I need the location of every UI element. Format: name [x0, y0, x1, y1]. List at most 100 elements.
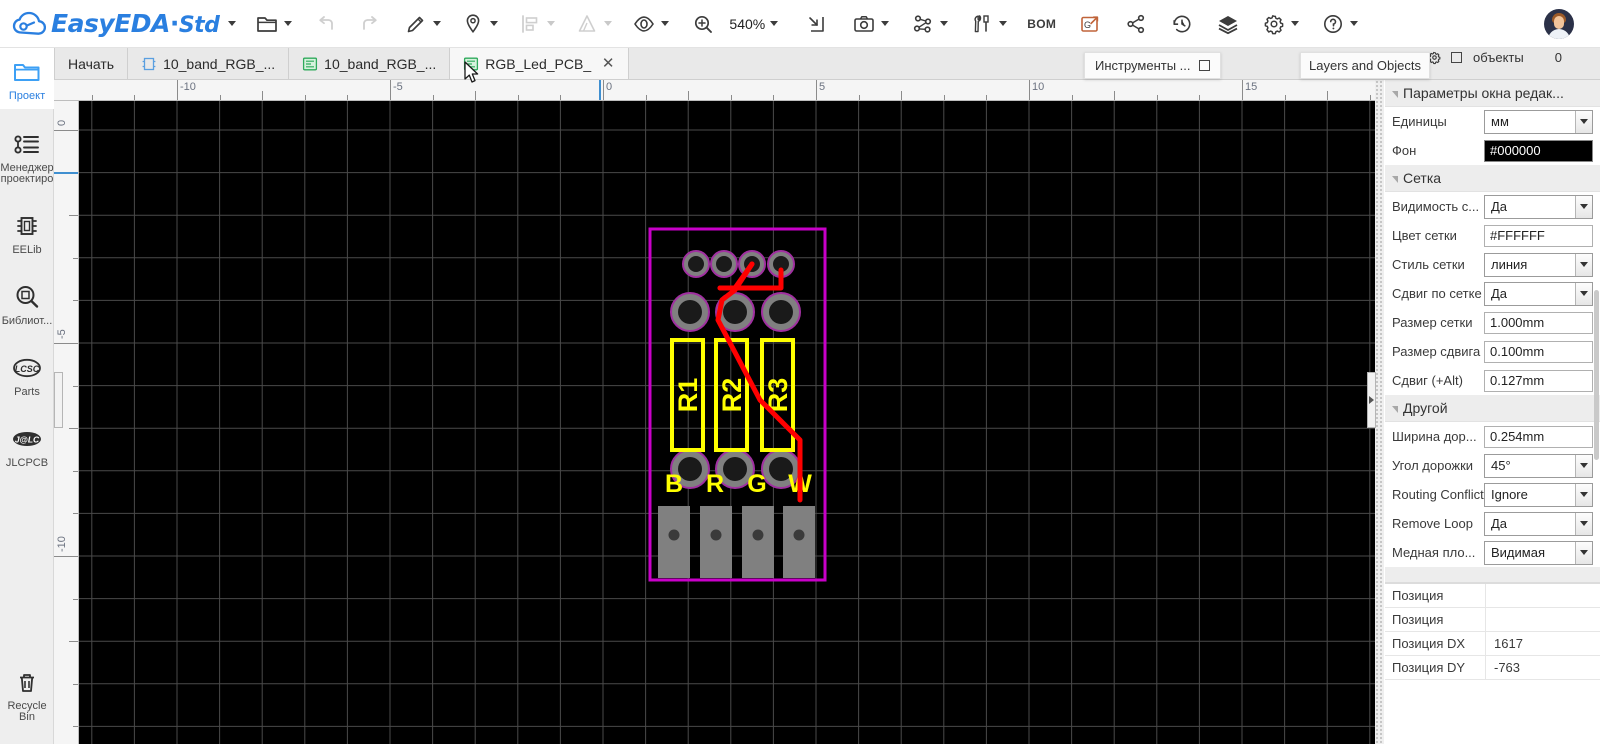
grid-style-chevron-down-icon[interactable]	[1575, 253, 1592, 276]
track-width-input[interactable]: 0.254mm	[1484, 425, 1593, 448]
ruler-top[interactable]: -20-15-10-505101520253035	[54, 80, 1375, 101]
screenshot-chevron-down-icon[interactable]	[881, 21, 890, 26]
position-row-position-dy[interactable]: Позиция DY -763	[1385, 656, 1600, 680]
ruler-top-cursor-indicator	[599, 80, 601, 100]
position-row-position-dx[interactable]: Позиция DX 1617	[1385, 632, 1600, 656]
sidebar-item-project[interactable]: Проект	[0, 48, 54, 109]
layer-tools-chevron-down-icon[interactable]	[604, 21, 613, 26]
objects-counter-label: объекты	[1473, 50, 1524, 65]
draw-tools-chevron-down-icon[interactable]	[433, 21, 442, 26]
snap-to-grid-select[interactable]: Да	[1484, 281, 1593, 306]
help-button[interactable]	[1316, 4, 1363, 44]
pcb-canvas[interactable]: R1 R2 R3 B R G W	[79, 101, 1375, 744]
grid-size-input[interactable]: 1.000mm	[1484, 311, 1593, 334]
grid-style-select[interactable]: линия	[1484, 252, 1593, 277]
gear-icon	[1264, 14, 1284, 34]
ruler-left-minor-tick	[69, 428, 78, 430]
bom-button[interactable]: BOM	[1022, 4, 1061, 44]
remove-loop-chevron-down-icon[interactable]	[1575, 512, 1592, 535]
align-tools-button[interactable]	[513, 4, 560, 44]
user-avatar[interactable]	[1544, 8, 1574, 39]
tab-pcb-2[interactable]: RGB_Led_PCB_ ✕	[450, 48, 630, 79]
section-collapse-triangle-icon[interactable]	[1392, 90, 1398, 98]
settings-button[interactable]	[1257, 4, 1304, 44]
sidebar-item-parts[interactable]: LCSC Parts	[0, 344, 54, 405]
routing-conflict-chevron-down-icon[interactable]	[1575, 483, 1592, 506]
snap-size-input[interactable]: 0.100mm	[1484, 340, 1593, 363]
copper-area-chevron-down-icon[interactable]	[1575, 541, 1592, 564]
netlist-tools-button[interactable]	[906, 4, 953, 44]
layer-tools-button[interactable]	[570, 4, 617, 44]
tab-close-icon[interactable]: ✕	[601, 56, 615, 71]
help-chevron-down-icon[interactable]	[1350, 21, 1359, 26]
align-tools-chevron-down-icon[interactable]	[547, 21, 556, 26]
background-input[interactable]: #000000	[1484, 139, 1593, 162]
zoom-level-chevron-down-icon[interactable]	[770, 21, 779, 26]
design-tools-button[interactable]	[965, 4, 1012, 44]
share-button[interactable]	[1119, 4, 1153, 44]
section-collapse-triangle-icon[interactable]	[1392, 405, 1398, 413]
layers-button[interactable]	[1211, 4, 1245, 44]
sidebar-item-jlcpcb[interactable]: J@LC JLCPCB	[0, 415, 54, 476]
brand-menu-chevron-down-icon[interactable]	[228, 21, 237, 26]
screenshot-button[interactable]	[847, 4, 894, 44]
left-panel-collapse-handle[interactable]	[54, 372, 63, 428]
place-tools-chevron-down-icon[interactable]	[490, 21, 499, 26]
visibility-tools-button[interactable]	[627, 4, 674, 44]
property-row-grid-color: Цвет сетки #FFFFFF	[1385, 221, 1600, 250]
panel-restore-icon[interactable]	[1451, 52, 1462, 63]
properties-panel-grip[interactable]	[1375, 80, 1384, 744]
app-logo[interactable]: EasyEDA·Std	[0, 9, 237, 38]
snap-to-grid-chevron-down-icon[interactable]	[1575, 282, 1592, 305]
tab-schematic-1[interactable]: 10_band_RGB_...	[128, 48, 290, 79]
right-panel-collapse-handle[interactable]	[1367, 372, 1376, 428]
units-select[interactable]: мм	[1484, 109, 1593, 134]
zoom-in-button[interactable]	[686, 4, 720, 44]
routing-conflict-select[interactable]: Ignore	[1484, 482, 1593, 507]
zoom-level-dropdown[interactable]: 540%	[720, 4, 783, 44]
settings-chevron-down-icon[interactable]	[1291, 21, 1300, 26]
place-tools-button[interactable]	[456, 4, 503, 44]
remove-loop-select[interactable]: Да	[1484, 511, 1593, 536]
tools-panel-restore-icon[interactable]	[1198, 60, 1210, 71]
track-angle-chevron-down-icon[interactable]	[1575, 454, 1592, 477]
layers-panel-tooltip[interactable]: Layers and Objects	[1300, 52, 1431, 79]
import-button[interactable]	[799, 4, 833, 44]
properties-section-grid[interactable]: Сетка	[1385, 165, 1600, 192]
redo-button[interactable]	[353, 4, 387, 44]
position-row-position-x[interactable]: Позиция	[1385, 584, 1600, 608]
grid-visible-select[interactable]: Да	[1484, 194, 1593, 219]
location-pin-icon	[467, 13, 480, 33]
design-tools-chevron-down-icon[interactable]	[999, 21, 1008, 26]
objects-counter-value: 0	[1554, 50, 1562, 65]
properties-section-other[interactable]: Другой	[1385, 395, 1600, 422]
section-collapse-triangle-icon[interactable]	[1392, 175, 1398, 183]
sidebar-item-recycle-bin[interactable]: Recycle Bin	[0, 659, 54, 730]
units-chevron-down-icon[interactable]	[1575, 110, 1592, 133]
pcb-board-drawing[interactable]: R1 R2 R3B R G W	[79, 101, 1375, 744]
position-row-position-y[interactable]: Позиция	[1385, 608, 1600, 632]
properties-section-editor-window-params[interactable]: Параметры окна редак...	[1385, 80, 1600, 107]
tools-panel-tooltip[interactable]: Инструменты ...	[1084, 52, 1221, 79]
gerber-export-button[interactable]: G	[1073, 4, 1107, 44]
tab-pcb-1[interactable]: 10_band_RGB_...	[289, 48, 451, 79]
sidebar-item-design-manager[interactable]: Менеджер проектиро	[0, 121, 54, 192]
undo-button[interactable]	[309, 4, 343, 44]
grid-color-input[interactable]: #FFFFFF	[1484, 224, 1593, 247]
tab-start[interactable]: Начать	[54, 48, 129, 79]
alt-snap-input[interactable]: 0.127mm	[1484, 369, 1593, 392]
history-button[interactable]	[1165, 4, 1199, 44]
grid-visible-chevron-down-icon[interactable]	[1575, 195, 1592, 218]
sidebar-item-eelib[interactable]: EELib	[0, 202, 54, 263]
open-project-button[interactable]	[250, 4, 297, 44]
copper-area-select[interactable]: Видимая	[1484, 540, 1593, 565]
netlist-tools-chevron-down-icon[interactable]	[940, 21, 949, 26]
visibility-tools-chevron-down-icon[interactable]	[661, 21, 670, 26]
track-angle-select[interactable]: 45°	[1484, 453, 1593, 478]
properties-panel-scrollbar[interactable]	[1594, 290, 1599, 460]
sidebar-item-library[interactable]: Библиот...	[0, 273, 54, 334]
draw-tools-button[interactable]	[399, 4, 446, 44]
property-row-grid-size: Размер сетки 1.000mm	[1385, 308, 1600, 337]
cloud-logo-icon	[12, 11, 46, 35]
open-project-chevron-down-icon[interactable]	[284, 21, 293, 26]
